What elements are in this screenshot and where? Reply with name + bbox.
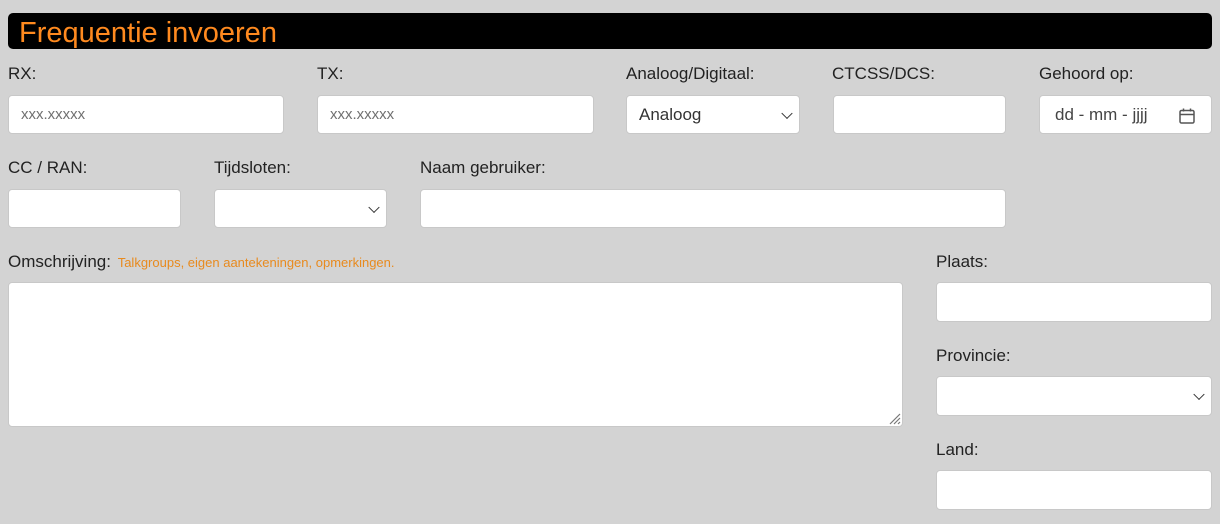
calendar-icon[interactable] [1178,107,1196,125]
place-label: Plaats: [936,252,988,271]
resize-handle-icon[interactable] [887,411,901,425]
description-label-text: Omschrijving: [8,252,111,271]
rx-input[interactable] [8,95,284,134]
cc-ran-label: CC / RAN: [8,158,88,177]
mode-label: Analoog/Digitaal: [626,64,755,83]
rx-label: RX: [8,64,37,83]
page-title: Frequentie invoeren [19,17,277,49]
user-name-input[interactable] [420,189,1006,228]
tx-label: TX: [317,64,344,83]
description-label: Omschrijving: Talkgroups, eigen aanteken… [8,252,395,272]
heard-label: Gehoord op: [1039,64,1134,83]
ctcss-label: CTCSS/DCS: [832,64,935,83]
user-name-label: Naam gebruiker: [420,158,546,177]
mode-select[interactable]: Analoog [626,95,800,134]
page-header: Frequentie invoeren [8,13,1212,49]
timeslots-select[interactable] [214,189,387,228]
province-label: Provincie: [936,346,1011,365]
country-input[interactable] [936,470,1212,510]
mode-select-value: Analoog [639,104,702,124]
cc-ran-input[interactable] [8,189,181,228]
description-textarea[interactable] [8,282,903,427]
tx-input[interactable] [317,95,594,134]
date-placeholder: dd - mm - jjjj [1055,104,1148,124]
province-select[interactable] [936,376,1212,416]
chevron-down-icon [368,201,380,213]
description-hint: Talkgroups, eigen aantekeningen, opmerki… [117,255,395,270]
ctcss-input[interactable] [833,95,1006,134]
timeslots-label: Tijdsloten: [214,158,291,177]
place-input[interactable] [936,282,1212,322]
country-label: Land: [936,440,979,459]
description-textarea-wrap [8,282,903,427]
chevron-down-icon [781,107,793,119]
heard-date-input[interactable]: dd - mm - jjjj [1039,95,1212,134]
chevron-down-icon [1193,388,1205,401]
